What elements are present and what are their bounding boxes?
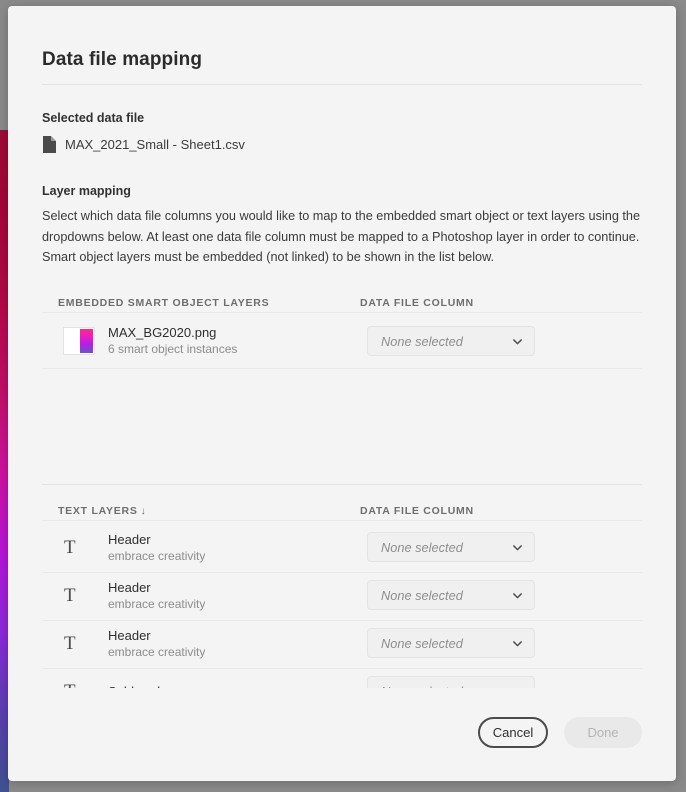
layer-name: Header (108, 579, 151, 595)
chevron-down-icon (512, 542, 523, 553)
layer-subtitle: embrace creativity (108, 596, 206, 611)
layer-name-cell: Header embrace creativity (108, 531, 358, 565)
text-layers-data-column-header: DATA FILE COLUMN (360, 505, 474, 517)
layer-name: Header (108, 531, 151, 547)
done-button[interactable]: Done (564, 717, 642, 748)
text-layer-icon: T (64, 682, 76, 688)
text-layer-list[interactable]: T Header embrace creativity None selecte… (8, 520, 676, 688)
layer-name: Header (108, 627, 151, 643)
icon-cell: T (42, 538, 108, 557)
gradient-thumbnail-icon (64, 327, 94, 354)
dropdown-value: None selected (381, 684, 463, 689)
layer-name-cell: Header embrace creativity (108, 579, 358, 613)
layer-subtitle: embrace creativity (108, 644, 206, 659)
layer-mapping-description: Select which data file columns you would… (42, 209, 641, 264)
page-title: Data file mapping (42, 49, 203, 70)
table-row[interactable]: T Subheader None selected (42, 668, 642, 688)
section-divider (42, 484, 642, 485)
layer-subtitle: 6 smart object instances (108, 341, 238, 356)
layer-name: MAX_BG2020.png (108, 324, 217, 340)
dialog-body: Data file mapping Selected data file MAX… (8, 6, 676, 781)
table-row[interactable]: MAX_BG2020.png 6 smart object instances … (42, 317, 642, 364)
selected-data-file-label: Selected data file (42, 111, 145, 125)
data-file-column-dropdown[interactable]: None selected (367, 532, 535, 562)
layer-name: Subheader (108, 683, 358, 688)
document-icon (42, 136, 56, 153)
selected-file-name: MAX_2021_Small - Sheet1.csv (65, 137, 245, 152)
text-layer-icon: T (64, 633, 76, 654)
dropdown-value: None selected (381, 333, 463, 349)
table-row[interactable]: T Header embrace creativity None selecte… (42, 524, 642, 571)
icon-cell: T (42, 586, 108, 605)
table-row[interactable]: T Header embrace creativity None selecte… (42, 620, 642, 667)
text-layer-icon: T (64, 537, 76, 558)
smart-object-layer-list: MAX_BG2020.png 6 smart object instances … (8, 312, 676, 369)
layer-mapping-label: Layer mapping (42, 184, 131, 198)
icon-cell: T (42, 634, 108, 653)
smart-object-data-column-header: DATA FILE COLUMN (360, 297, 474, 309)
data-file-mapping-dialog: Data file mapping Selected data file MAX… (8, 6, 676, 781)
data-file-column-dropdown[interactable]: None selected (367, 580, 535, 610)
layer-subtitle: embrace creativity (108, 548, 206, 563)
dialog-footer: Cancel Done (8, 703, 676, 781)
data-file-column-dropdown[interactable]: None selected (367, 326, 535, 356)
row-divider (42, 368, 642, 369)
text-layers-column-header-label: TEXT LAYERS (58, 505, 138, 517)
dropdown-value: None selected (381, 587, 463, 603)
text-layers-column-header: TEXT LAYERS ↓ (58, 505, 146, 517)
table-row[interactable]: T Header embrace creativity None selecte… (42, 572, 642, 619)
sort-descending-icon[interactable]: ↓ (141, 506, 147, 517)
text-layer-icon: T (64, 585, 76, 606)
title-divider (42, 84, 642, 85)
layer-name-cell: Header embrace creativity (108, 627, 358, 661)
dropdown-value: None selected (381, 635, 463, 651)
layer-name-cell: MAX_BG2020.png 6 smart object instances (108, 324, 358, 358)
data-file-column-dropdown[interactable]: None selected (367, 628, 535, 658)
icon-cell: T (42, 682, 108, 688)
data-file-column-dropdown[interactable]: None selected (367, 676, 535, 688)
cancel-button[interactable]: Cancel (478, 717, 548, 748)
chevron-down-icon (512, 638, 523, 649)
chevron-down-icon (512, 686, 523, 689)
smart-object-layers-column-header: EMBEDDED SMART OBJECT LAYERS (58, 297, 270, 309)
thumbnail-cell (42, 327, 108, 354)
selected-file-row: MAX_2021_Small - Sheet1.csv (42, 136, 245, 153)
chevron-down-icon (512, 336, 523, 347)
dropdown-value: None selected (381, 539, 463, 555)
layer-name-cell: Subheader (108, 683, 358, 688)
chevron-down-icon (512, 590, 523, 601)
